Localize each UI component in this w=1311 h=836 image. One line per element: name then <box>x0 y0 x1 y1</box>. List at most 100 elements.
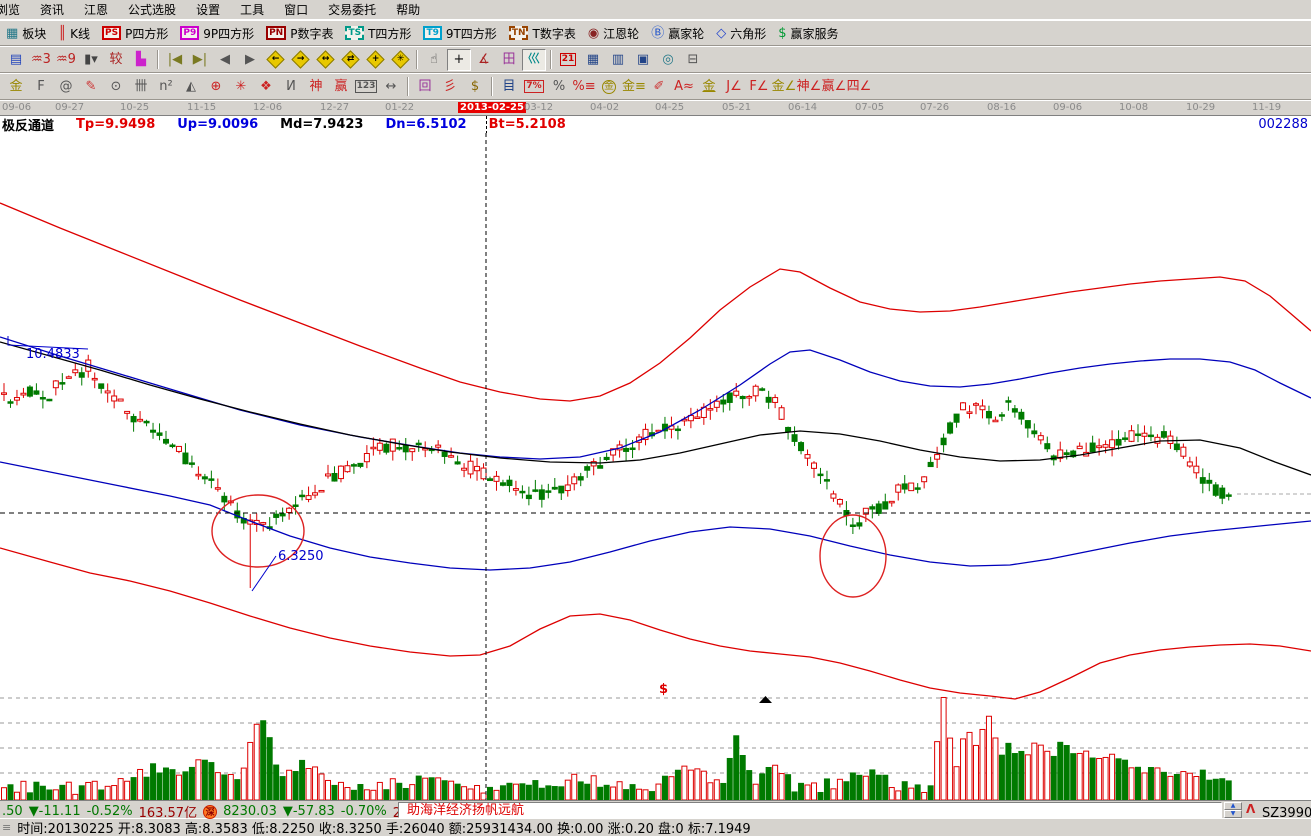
t-number-button[interactable]: TNT数字表 <box>505 24 580 43</box>
pen-tool-icon[interactable]: ✎ <box>79 76 103 98</box>
compass-clock-icon[interactable]: ⊙ <box>104 76 128 98</box>
expand-h-icon[interactable]: ↔ <box>313 49 337 71</box>
gold-underline-icon: 金 <box>702 80 715 93</box>
9p-square-button[interactable]: P99P四方形 <box>176 24 258 43</box>
spiral-grid-icon[interactable]: @ <box>54 76 78 98</box>
marks-icon[interactable]: И <box>279 76 303 98</box>
menu-item[interactable]: 交易委托 <box>318 0 386 20</box>
spinner-up-icon[interactable]: ▲ <box>1224 802 1242 810</box>
formula-doc-icon[interactable]: ▤ <box>4 49 28 71</box>
date-axis: 09-0609-2710-2511-1512-0612-2701-222013-… <box>0 100 1311 115</box>
expand-all-icon[interactable]: + <box>363 49 387 71</box>
date-tick: 08-16 <box>987 102 1016 113</box>
ying-grid-icon[interactable]: 赢 <box>329 76 353 98</box>
f-grid-icon[interactable]: F <box>29 76 53 98</box>
n2-fence-icon[interactable]: n² <box>154 76 178 98</box>
menu-item[interactable]: 窗口 <box>274 0 318 20</box>
gold-lines-icon[interactable]: 金≡ <box>622 76 646 98</box>
date-tick: 11-19 <box>1252 102 1281 113</box>
compare-tool-icon[interactable]: 较 <box>104 49 128 71</box>
calendar-icon[interactable]: 21 <box>556 49 580 71</box>
width-measure-icon[interactable]: ↔ <box>379 76 403 98</box>
first-bar-icon[interactable]: |◀ <box>163 49 187 71</box>
t-number-button-icon: TN <box>509 26 529 40</box>
ruler-123-icon[interactable]: 123 <box>354 76 378 98</box>
print-icon[interactable]: ⊟ <box>681 49 705 71</box>
menu-item[interactable]: 江恩 <box>74 0 118 20</box>
gold-underline-icon[interactable]: 金 <box>697 76 721 98</box>
p-number-button[interactable]: PNP数字表 <box>262 24 337 43</box>
toolbar-separator <box>491 77 493 96</box>
menu-item[interactable]: 工具 <box>230 0 274 20</box>
jump-left-icon[interactable]: ← <box>263 49 287 71</box>
9t-square-button[interactable]: T99T四方形 <box>419 24 500 43</box>
notepad-icon: ▥ <box>612 53 624 66</box>
pen-flag-icon[interactable]: ✐ <box>647 76 671 98</box>
last-bar-icon[interactable]: ▶| <box>188 49 212 71</box>
hand-tool-icon[interactable]: ☝ <box>422 49 446 71</box>
gann-shape-icon[interactable]: 田 <box>497 49 521 71</box>
jump-right-icon[interactable]: → <box>288 49 312 71</box>
menu-item[interactable]: 帮助 <box>386 0 430 20</box>
angle-si-icon[interactable]: 四∠ <box>847 76 871 98</box>
candle-style-icon[interactable]: ▮▾ <box>79 49 103 71</box>
menu-item[interactable]: 公式选股 <box>118 0 186 20</box>
percent-lines-icon[interactable]: %≡ <box>572 76 596 98</box>
wave-9-icon[interactable]: ♒9 <box>54 49 78 71</box>
crosshair-tool-icon[interactable]: + <box>447 49 471 71</box>
winner-wheel-button[interactable]: Ⓑ赢家轮 <box>647 24 708 43</box>
shen-grid-icon[interactable]: 神 <box>304 76 328 98</box>
ray-fan-icon[interactable]: 彡 <box>438 76 462 98</box>
wave-a-icon[interactable]: A≈ <box>672 76 696 98</box>
angle-gold-icon[interactable]: 金∠ <box>772 76 796 98</box>
angle-ying-icon[interactable]: 赢∠ <box>822 76 846 98</box>
angle-f-icon[interactable]: F∠ <box>747 76 771 98</box>
calculator-icon[interactable]: ▦ <box>581 49 605 71</box>
angle-shen-icon[interactable]: 神∠ <box>797 76 821 98</box>
hexagon-button[interactable]: ◇六角形 <box>712 24 770 43</box>
dollar-flag-icon[interactable]: $ <box>463 76 487 98</box>
notepad-icon[interactable]: ▥ <box>606 49 630 71</box>
gold-circle-icon[interactable]: 金 <box>597 76 621 98</box>
analysis-tool-icon[interactable]: 巛 <box>522 49 546 71</box>
volume-chart-icon[interactable]: 目 <box>497 76 521 98</box>
reset-view-icon[interactable]: ✳ <box>388 49 412 71</box>
color-chart-icon[interactable]: ▙ <box>129 49 153 71</box>
grid-flower-icon[interactable]: ❖ <box>254 76 278 98</box>
menu-item[interactable]: 浏览 <box>0 0 30 20</box>
wave-3-icon[interactable]: ♒3 <box>29 49 53 71</box>
board-button[interactable]: ▦板块 <box>2 24 50 43</box>
t-square-button[interactable]: TST四方形 <box>341 24 415 43</box>
angle-j-icon[interactable]: J∠ <box>722 76 746 98</box>
winner-service-button[interactable]: $赢家服务 <box>774 24 842 43</box>
svg-text:6.3250: 6.3250 <box>278 549 324 564</box>
angle-f-icon: F∠ <box>749 80 768 93</box>
sz-index-value: -0.70% <box>341 804 387 819</box>
save-icon[interactable]: ▣ <box>631 49 655 71</box>
kline-button[interactable]: ║K线 <box>54 24 94 43</box>
menu-item[interactable]: 设置 <box>186 0 230 20</box>
spiral-grid-icon: @ <box>60 80 73 93</box>
compress-h-icon[interactable]: ⇄ <box>338 49 362 71</box>
compass-target-icon[interactable]: ⊕ <box>204 76 228 98</box>
p-square-button[interactable]: PSP四方形 <box>98 24 172 43</box>
spinner-down-icon[interactable]: ▼ <box>1224 810 1242 818</box>
p-square-button-icon: PS <box>102 26 121 40</box>
rect-select-icon[interactable]: 回 <box>413 76 437 98</box>
next-bar-icon[interactable]: ▶ <box>238 49 262 71</box>
percent-strike-icon[interactable]: 7% <box>522 76 546 98</box>
gold-grid-icon[interactable]: 金 <box>4 76 28 98</box>
kline-chart[interactable]: 10.48336.3250$ <box>0 133 1311 800</box>
angle-tool-icon[interactable]: ∡ <box>472 49 496 71</box>
chart-area[interactable]: 10.48336.3250$ <box>0 133 1311 800</box>
percent-icon: % <box>553 80 565 93</box>
world-clock-icon[interactable]: ◎ <box>656 49 680 71</box>
ticker-spinner[interactable]: ▲ ▼ <box>1224 802 1242 818</box>
gann-wheel-button[interactable]: ◉江恩轮 <box>584 24 643 43</box>
mirror-angle-icon[interactable]: ◭ <box>179 76 203 98</box>
prev-bar-icon[interactable]: ◀ <box>213 49 237 71</box>
menu-item[interactable]: 资讯 <box>30 0 74 20</box>
fence-icon[interactable]: 卌 <box>129 76 153 98</box>
snowflake-icon[interactable]: ✳ <box>229 76 253 98</box>
percent-icon[interactable]: % <box>547 76 571 98</box>
